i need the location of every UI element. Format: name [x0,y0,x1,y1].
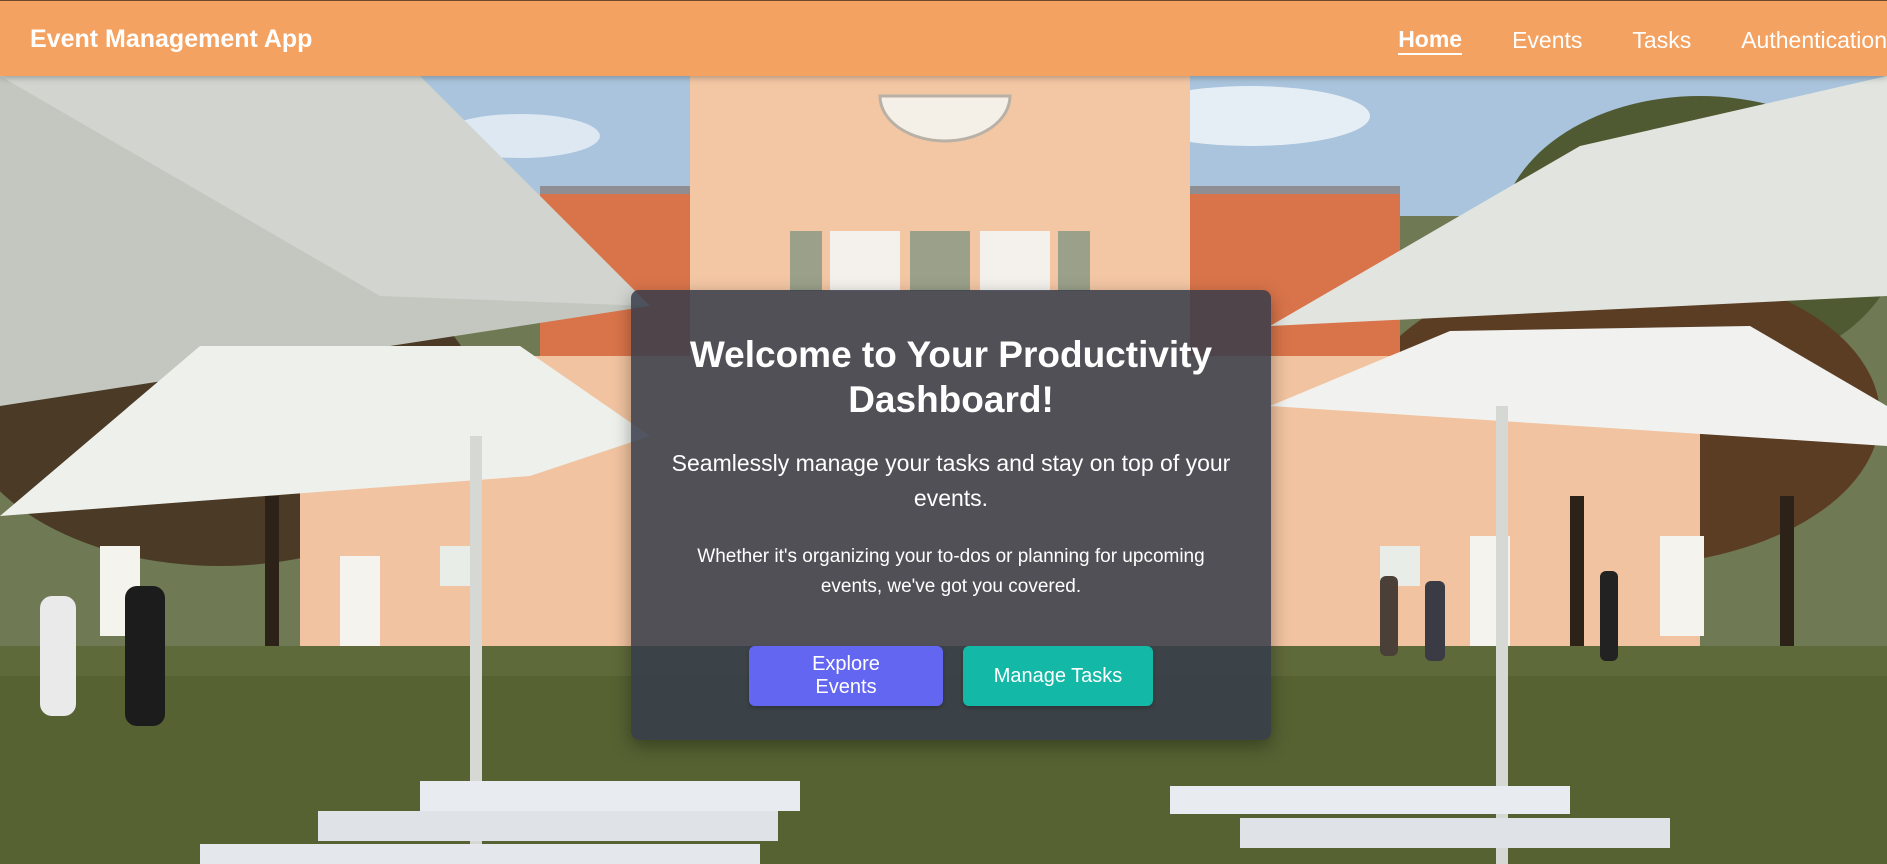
manage-tasks-button[interactable]: Manage Tasks [963,646,1153,706]
welcome-lead-text: Seamlessly manage your tasks and stay on… [671,450,1231,511]
nav-link-events[interactable]: Events [1512,26,1582,54]
app-brand[interactable]: Event Management App [30,25,312,53]
welcome-card: Welcome to Your Productivity Dashboard! … [631,290,1271,740]
welcome-title: Welcome to Your Productivity Dashboard! [689,334,1213,420]
cta-button-row: Explore Events Manage Tasks [671,646,1231,706]
nav-link-authentication[interactable]: Authentication [1741,26,1887,54]
nav-links: Home Events Tasks Authentication [1348,25,1887,55]
top-navbar: Event Management App Home Events Tasks A… [0,0,1887,76]
explore-events-button[interactable]: Explore Events [749,646,943,706]
nav-link-home[interactable]: Home [1398,25,1463,55]
welcome-sub-text: Whether it's organizing your to-dos or p… [697,546,1205,597]
nav-link-tasks[interactable]: Tasks [1632,26,1691,54]
